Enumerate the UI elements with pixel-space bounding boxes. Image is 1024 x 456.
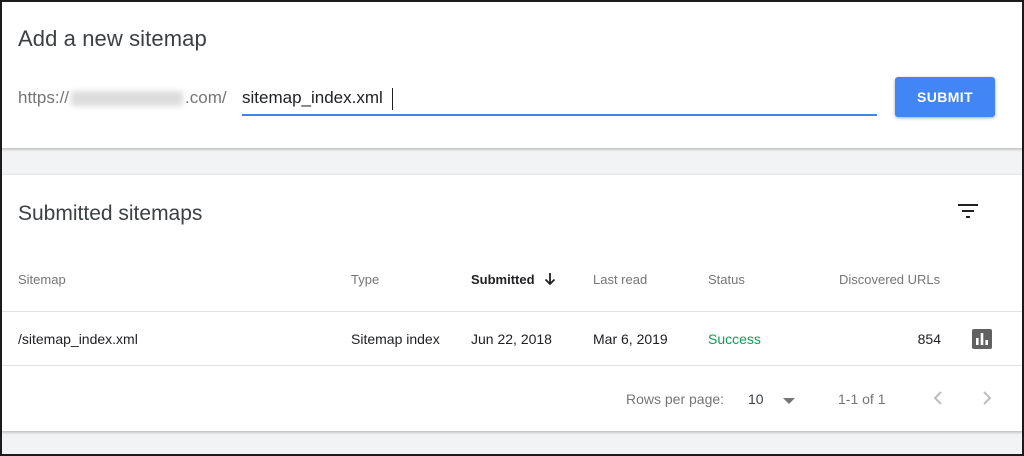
- column-header-last-read[interactable]: Last read: [593, 272, 647, 287]
- chevron-right-icon[interactable]: [977, 387, 997, 409]
- pagination-range: 1-1 of 1: [838, 391, 886, 407]
- cell-sitemap: /sitemap_index.xml: [18, 331, 138, 347]
- rows-per-page-select[interactable]: 10: [748, 391, 764, 407]
- cell-status: Success: [708, 331, 761, 347]
- column-header-status[interactable]: Status: [708, 272, 745, 287]
- bar-chart-icon[interactable]: [972, 329, 992, 349]
- cell-type: Sitemap index: [351, 331, 440, 347]
- blurred-domain: [71, 90, 184, 106]
- chevron-left-icon[interactable]: [928, 387, 948, 409]
- arrow-down-icon[interactable]: [544, 272, 556, 286]
- sitemap-url-input[interactable]: [242, 84, 877, 116]
- url-prefix-scheme: https://: [18, 88, 70, 107]
- column-header-submitted-label: Submitted: [471, 272, 535, 287]
- submit-button[interactable]: SUBMIT: [895, 77, 995, 117]
- submitted-sitemaps-title: Submitted sitemaps: [18, 202, 203, 225]
- filter-icon[interactable]: [956, 201, 980, 221]
- text-cursor: [392, 88, 393, 110]
- submitted-sitemaps-card: Submitted sitemaps Sitemap Type Submitte…: [2, 174, 1022, 432]
- sitemaps-page: Add a new sitemap https:// .com/ SUBMIT …: [0, 0, 1024, 456]
- url-prefix-tld: .com/: [185, 88, 227, 107]
- cell-submitted: Jun 22, 2018: [471, 331, 552, 347]
- add-sitemap-card: Add a new sitemap https:// .com/ SUBMIT: [2, 2, 1022, 149]
- column-header-submitted[interactable]: Submitted: [471, 272, 556, 287]
- header-divider: [2, 311, 1022, 312]
- column-header-sitemap[interactable]: Sitemap: [18, 272, 66, 287]
- rows-per-page-label: Rows per page:: [626, 391, 725, 407]
- row-divider: [2, 365, 1022, 366]
- dropdown-caret-icon[interactable]: [783, 398, 795, 404]
- column-header-discovered-urls[interactable]: Discovered URLs: [839, 272, 940, 287]
- add-sitemap-title: Add a new sitemap: [18, 26, 207, 51]
- url-prefix: https:// .com/: [18, 88, 227, 108]
- column-header-type[interactable]: Type: [351, 272, 379, 287]
- cell-discovered-urls: 854: [917, 331, 941, 347]
- cell-last-read: Mar 6, 2019: [593, 331, 668, 347]
